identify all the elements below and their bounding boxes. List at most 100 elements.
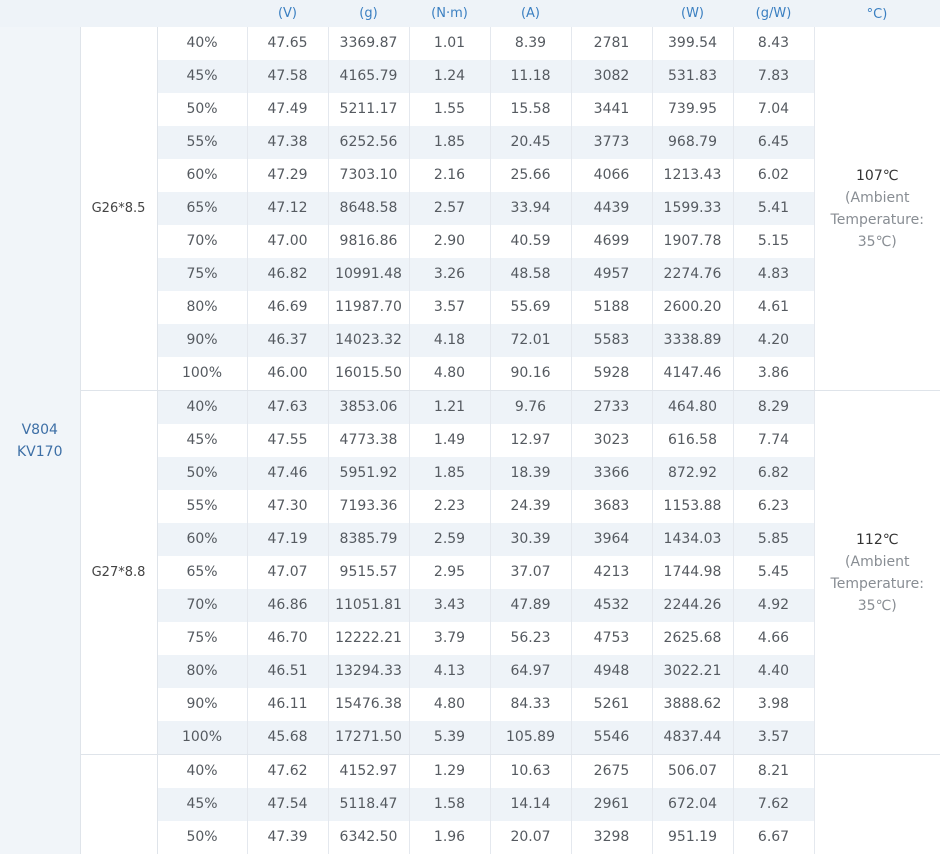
temperature-cell: 112℃(AmbientTemperature:35℃) (814, 391, 940, 755)
table-cell: 46.51 (247, 655, 328, 688)
table-cell: 5211.17 (328, 93, 409, 126)
table-cell: 5188 (571, 291, 652, 324)
table-cell: 4.92 (733, 589, 814, 622)
table-cell: 3338.89 (652, 324, 733, 357)
table-cell: 8.43 (733, 27, 814, 60)
table-cell: 80% (157, 655, 247, 688)
table-cell: 672.04 (652, 788, 733, 821)
table-cell: 75% (157, 258, 247, 291)
table-cell: 6.45 (733, 126, 814, 159)
table-cell: 2625.68 (652, 622, 733, 655)
table-cell: 1.21 (409, 391, 490, 425)
table-cell: 1.01 (409, 27, 490, 60)
table-cell: 399.54 (652, 27, 733, 60)
table-cell: 47.00 (247, 225, 328, 258)
table-cell: 4165.79 (328, 60, 409, 93)
table-cell: 14.14 (490, 788, 571, 821)
table-cell: 3964 (571, 523, 652, 556)
table-cell: 47.62 (247, 755, 328, 789)
table-cell: 2.95 (409, 556, 490, 589)
table-cell: 739.95 (652, 93, 733, 126)
table-cell: 46.86 (247, 589, 328, 622)
table-cell: 3.57 (733, 721, 814, 755)
table-cell: 8.39 (490, 27, 571, 60)
table-cell: 4837.44 (652, 721, 733, 755)
table-cell: 50% (157, 821, 247, 854)
table-cell: 464.80 (652, 391, 733, 425)
table-cell: 3.86 (733, 357, 814, 391)
table-cell: 40% (157, 27, 247, 60)
table-cell: 3.98 (733, 688, 814, 721)
table-cell: 84.33 (490, 688, 571, 721)
table-cell: 6252.56 (328, 126, 409, 159)
table-cell: 17271.50 (328, 721, 409, 755)
table-cell: 3441 (571, 93, 652, 126)
temperature-note: (Ambient (815, 187, 940, 209)
motor-model-cell: V804KV170 (0, 27, 80, 854)
table-cell: 5.85 (733, 523, 814, 556)
table-cell: 4066 (571, 159, 652, 192)
table-cell: 3853.06 (328, 391, 409, 425)
table-cell: 4.18 (409, 324, 490, 357)
table-cell: 65% (157, 192, 247, 225)
table-cell: 2.16 (409, 159, 490, 192)
table-cell: 1.55 (409, 93, 490, 126)
table-cell: 100% (157, 357, 247, 391)
table-cell: 5118.47 (328, 788, 409, 821)
table-cell: 1434.03 (652, 523, 733, 556)
table-cell: 5.41 (733, 192, 814, 225)
table-cell: 47.63 (247, 391, 328, 425)
table-cell: 9515.57 (328, 556, 409, 589)
table-cell: 56.23 (490, 622, 571, 655)
table-cell: 1.49 (409, 424, 490, 457)
table-cell: 4.20 (733, 324, 814, 357)
table-cell: 64.97 (490, 655, 571, 688)
temperature-value: 107℃ (815, 165, 940, 187)
temperature-cell: 107℃(AmbientTemperature:35℃) (814, 27, 940, 391)
table-cell: 4699 (571, 225, 652, 258)
table-cell: 2.23 (409, 490, 490, 523)
table-cell: 37.07 (490, 556, 571, 589)
table-cell: 8648.58 (328, 192, 409, 225)
header-cell: (V) (247, 0, 328, 27)
table-cell: 12222.21 (328, 622, 409, 655)
table-cell: 90% (157, 324, 247, 357)
table-cell: 80% (157, 291, 247, 324)
table-cell: 5546 (571, 721, 652, 755)
table-cell: 47.29 (247, 159, 328, 192)
table-cell: 3.79 (409, 622, 490, 655)
table-cell: 6.23 (733, 490, 814, 523)
table-cell: 2.90 (409, 225, 490, 258)
table-cell: 4948 (571, 655, 652, 688)
table-cell: 2675 (571, 755, 652, 789)
table-cell: 3023 (571, 424, 652, 457)
table-cell: 4147.46 (652, 357, 733, 391)
table-cell: 8.29 (733, 391, 814, 425)
table-cell: 25.66 (490, 159, 571, 192)
table-cell: 951.19 (652, 821, 733, 854)
table-cell: 7.83 (733, 60, 814, 93)
table-cell: 3082 (571, 60, 652, 93)
table-cell: 47.54 (247, 788, 328, 821)
table-cell: 5928 (571, 357, 652, 391)
table-cell: 65% (157, 556, 247, 589)
table-cell: 47.12 (247, 192, 328, 225)
table-cell: 7193.36 (328, 490, 409, 523)
table-cell: 11.18 (490, 60, 571, 93)
table-cell: 4.66 (733, 622, 814, 655)
table-row: G27*8.840%47.633853.061.219.762733464.80… (0, 391, 940, 425)
header-cell: (g/W) (733, 0, 814, 27)
table-cell: 14023.32 (328, 324, 409, 357)
header-cell: (g) (328, 0, 409, 27)
temperature-note: Temperature: (815, 573, 940, 595)
table-cell: 47.19 (247, 523, 328, 556)
header-cell-throttle (157, 0, 247, 27)
table-cell: 5.45 (733, 556, 814, 589)
table-cell: 1.85 (409, 126, 490, 159)
table-cell: 46.11 (247, 688, 328, 721)
table-cell: 55.69 (490, 291, 571, 324)
table-cell: 3.57 (409, 291, 490, 324)
table-cell: 45.68 (247, 721, 328, 755)
table-cell: 46.69 (247, 291, 328, 324)
table-cell: 9.76 (490, 391, 571, 425)
